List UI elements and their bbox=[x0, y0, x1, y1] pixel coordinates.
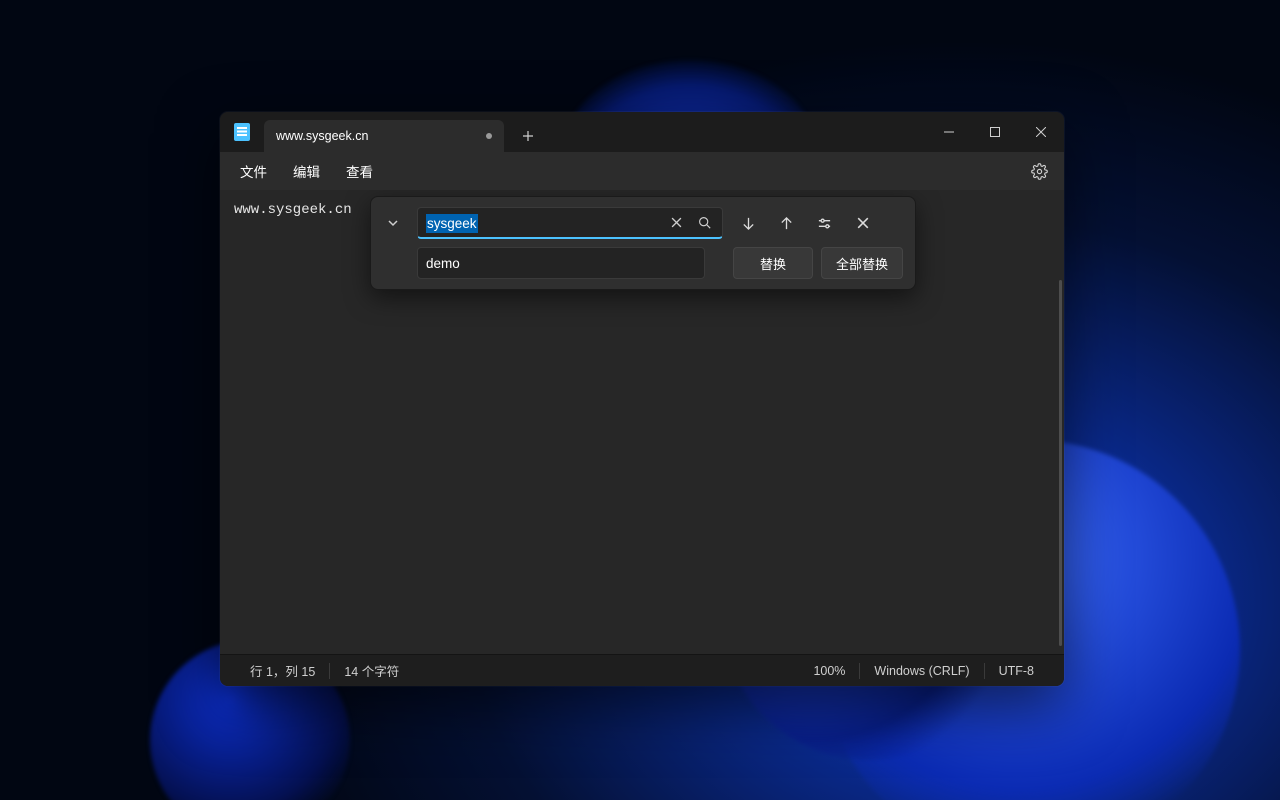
replace-button[interactable]: 替换 bbox=[733, 247, 813, 279]
app-icon bbox=[220, 123, 264, 141]
chevron-down-icon bbox=[387, 217, 399, 229]
arrow-up-icon bbox=[779, 216, 794, 231]
maximize-button[interactable] bbox=[972, 112, 1018, 152]
find-replace-panel: sysgeek bbox=[370, 196, 916, 290]
status-position: 行 1，列 15 bbox=[236, 661, 329, 680]
close-find-panel-button[interactable] bbox=[847, 208, 879, 238]
search-button[interactable] bbox=[692, 210, 718, 236]
scrollbar-vertical[interactable] bbox=[1056, 280, 1062, 646]
statusbar: 行 1，列 15 14 个字符 100% Windows (CRLF) UTF-… bbox=[220, 654, 1064, 686]
replace-input[interactable] bbox=[417, 247, 705, 279]
menu-file[interactable]: 文件 bbox=[230, 157, 277, 185]
maximize-icon bbox=[990, 127, 1000, 137]
plus-icon bbox=[522, 130, 534, 142]
notepad-window: www.sysgeek.cn 文件 编辑 查看 bbox=[220, 112, 1064, 686]
tab-active[interactable]: www.sysgeek.cn bbox=[264, 120, 504, 152]
sliders-icon bbox=[817, 216, 832, 231]
minimize-button[interactable] bbox=[926, 112, 972, 152]
editor-area[interactable]: www.sysgeek.cn sysgeek bbox=[220, 190, 1064, 654]
notepad-icon bbox=[234, 123, 250, 141]
search-options-button[interactable] bbox=[809, 208, 841, 238]
find-previous-button[interactable] bbox=[771, 208, 803, 238]
status-encoding[interactable]: UTF-8 bbox=[985, 664, 1048, 678]
titlebar: www.sysgeek.cn bbox=[220, 112, 1064, 152]
status-char-count: 14 个字符 bbox=[330, 661, 413, 680]
close-icon bbox=[857, 217, 869, 229]
search-input[interactable] bbox=[418, 215, 664, 230]
find-next-button[interactable] bbox=[733, 208, 765, 238]
status-line-ending[interactable]: Windows (CRLF) bbox=[860, 664, 983, 678]
minimize-icon bbox=[944, 127, 954, 137]
close-icon bbox=[1036, 127, 1046, 137]
tab-modified-indicator-icon bbox=[486, 133, 492, 139]
scrollbar-thumb[interactable] bbox=[1059, 280, 1062, 646]
search-field-wrap: sysgeek bbox=[417, 207, 723, 239]
menu-view[interactable]: 查看 bbox=[336, 157, 383, 185]
gear-icon bbox=[1031, 163, 1048, 180]
menu-edit[interactable]: 编辑 bbox=[283, 157, 330, 185]
window-controls bbox=[926, 112, 1064, 152]
status-zoom[interactable]: 100% bbox=[799, 664, 859, 678]
search-icon bbox=[698, 216, 711, 229]
toggle-replace-button[interactable] bbox=[383, 213, 403, 233]
clear-search-button[interactable] bbox=[664, 210, 690, 236]
tab-title: www.sysgeek.cn bbox=[276, 129, 368, 143]
close-button[interactable] bbox=[1018, 112, 1064, 152]
new-tab-button[interactable] bbox=[510, 120, 546, 152]
menubar: 文件 编辑 查看 bbox=[220, 152, 1064, 190]
settings-button[interactable] bbox=[1025, 157, 1054, 186]
replace-all-button[interactable]: 全部替换 bbox=[821, 247, 903, 279]
arrow-down-icon bbox=[741, 216, 756, 231]
x-icon bbox=[671, 217, 682, 228]
